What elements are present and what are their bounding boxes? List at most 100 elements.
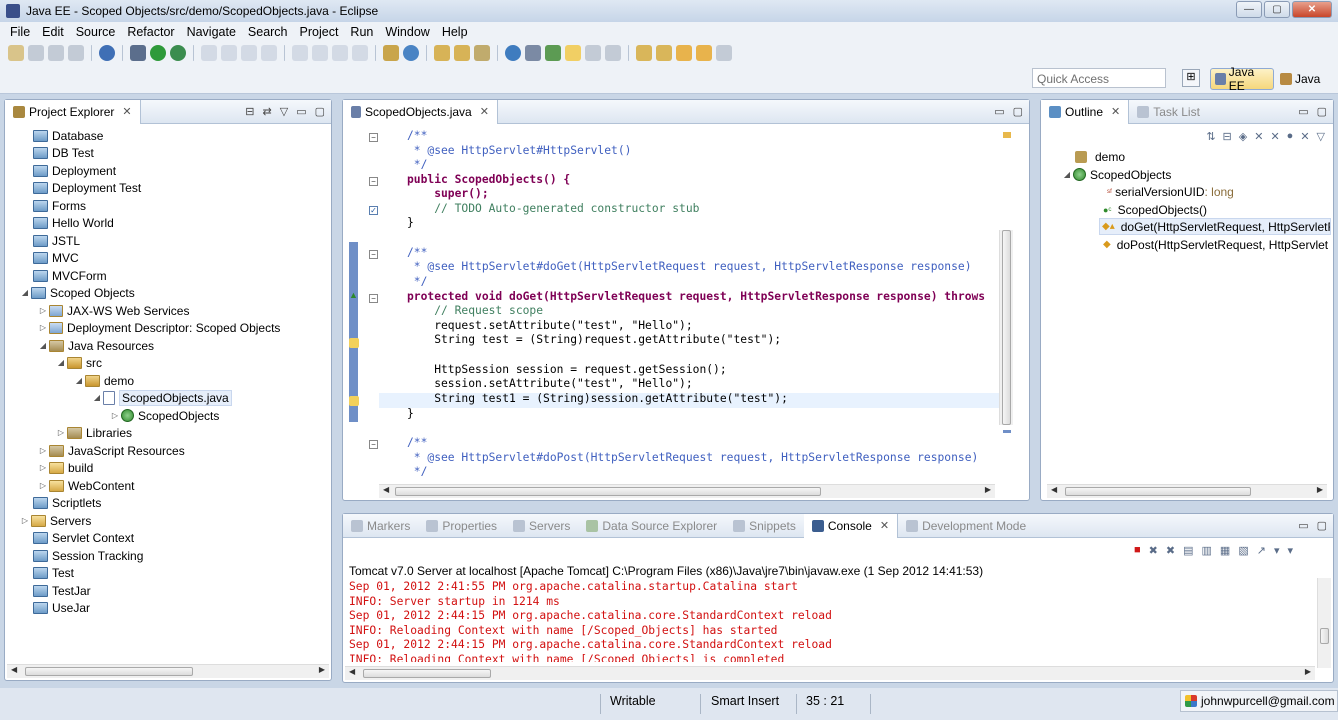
globe-icon[interactable] (403, 45, 419, 61)
console-vscrollbar[interactable] (1317, 578, 1331, 668)
tab-markers[interactable]: Markers (343, 514, 418, 538)
hide-fields-icon[interactable]: ◈ (1239, 130, 1247, 143)
clear-console-icon[interactable]: ▤ (1183, 544, 1193, 557)
editor-hscrollbar[interactable]: ◀ ▶ (379, 484, 995, 498)
pin-icon[interactable] (716, 45, 732, 61)
tab-scopedobjects-java[interactable]: ScopedObjects.java ✕ (343, 99, 498, 124)
outline-item[interactable]: ˢᶠ serialVersionUID : long (1107, 183, 1329, 200)
tree-item[interactable]: ◢ Java Resources (37, 337, 154, 354)
expanded-arrow-icon[interactable]: ◢ (73, 376, 85, 385)
tree-item[interactable]: ▷ WebContent (37, 477, 135, 494)
collapsed-arrow-icon[interactable]: ▷ (19, 516, 31, 525)
view-menu-icon[interactable]: ▽ (280, 105, 288, 118)
fold-collapse-icon[interactable]: − (369, 294, 378, 303)
new-icon[interactable] (8, 45, 24, 61)
scroll-left-icon[interactable]: ◀ (11, 665, 17, 674)
save-all-icon[interactable] (48, 45, 64, 61)
tree-item[interactable]: ▷ ScopedObjects (109, 407, 219, 424)
word-wrap-icon[interactable]: ▦ (1220, 544, 1230, 557)
tab-servers[interactable]: Servers (505, 514, 578, 538)
terminate-icon[interactable] (261, 45, 277, 61)
close-tab-icon[interactable]: ✕ (1111, 105, 1120, 118)
menu-source[interactable]: Source (70, 25, 122, 39)
maximize-view-icon[interactable]: ▢ (1317, 105, 1327, 118)
tree-item[interactable]: ◢ ScopedObjects.java (91, 389, 232, 406)
expanded-arrow-icon[interactable]: ◢ (37, 341, 49, 350)
tree-item[interactable]: Hello World (21, 214, 114, 231)
tab-data-source-explorer[interactable]: Data Source Explorer (578, 514, 725, 538)
expanded-arrow-icon[interactable]: ◢ (91, 393, 103, 402)
collapsed-arrow-icon[interactable]: ▷ (37, 306, 49, 315)
back-icon[interactable] (676, 45, 692, 61)
minimize-button[interactable]: — (1236, 1, 1262, 18)
menu-search[interactable]: Search (242, 25, 294, 39)
previous-annotation-icon[interactable] (656, 45, 672, 61)
tree-item[interactable]: ◢ Scoped Objects (19, 284, 135, 301)
open-type-icon[interactable] (434, 45, 450, 61)
tab-snippets[interactable]: Snippets (725, 514, 804, 538)
overview-marker[interactable] (1003, 430, 1011, 433)
editor-vscrollbar[interactable] (999, 230, 1013, 425)
tab-task-list[interactable]: Task List (1129, 100, 1208, 124)
task-marker-icon[interactable]: ✓ (369, 206, 378, 215)
tree-item[interactable]: ▷ build (37, 459, 93, 476)
tree-item[interactable]: Forms (21, 197, 86, 214)
collapsed-arrow-icon[interactable]: ▷ (109, 411, 121, 420)
toggle-icon[interactable] (525, 45, 541, 61)
menu-navigate[interactable]: Navigate (181, 25, 242, 39)
warning-lamp-icon[interactable] (349, 338, 359, 348)
debug-icon[interactable] (130, 45, 146, 61)
suspend-icon[interactable] (241, 45, 257, 61)
scroll-thumb[interactable] (1002, 230, 1011, 425)
tree-item[interactable]: Test (21, 564, 74, 581)
scroll-thumb[interactable] (1320, 628, 1329, 644)
scroll-thumb[interactable] (1065, 487, 1251, 496)
fold-collapse-icon[interactable]: − (369, 440, 378, 449)
tab-outline[interactable]: Outline ✕ (1041, 99, 1130, 124)
minimize-view-icon[interactable]: ▭ (1298, 105, 1308, 118)
expanded-arrow-icon[interactable]: ◢ (1061, 170, 1073, 179)
terminate-icon[interactable]: ■ (1134, 544, 1141, 557)
minimize-view-icon[interactable]: ▭ (296, 105, 306, 118)
minimize-view-icon[interactable]: ▭ (1298, 519, 1308, 532)
tree-item[interactable]: ◢ demo (73, 372, 134, 389)
hide-static-icon[interactable]: ✕ (1254, 130, 1263, 143)
collapsed-arrow-icon[interactable]: ▷ (37, 481, 49, 490)
tree-item[interactable]: MVC (21, 249, 79, 266)
menu-file[interactable]: File (4, 25, 36, 39)
link-editor-icon[interactable]: ⇄ (263, 105, 272, 118)
tree-item[interactable]: Session Tracking (21, 547, 143, 564)
step-over-icon[interactable] (312, 45, 328, 61)
outline-item[interactable]: ◢ ScopedObjects (1061, 166, 1331, 183)
scroll-right-icon[interactable]: ▶ (985, 485, 991, 494)
step-return-icon[interactable] (332, 45, 348, 61)
highlight-icon[interactable] (565, 45, 581, 61)
menu-help[interactable]: Help (436, 25, 474, 39)
collapsed-arrow-icon[interactable]: ▷ (37, 323, 49, 332)
link-editor-icon[interactable]: ✕ (1300, 130, 1309, 143)
maximize-button[interactable]: ▢ (1264, 1, 1290, 18)
open-console-icon[interactable]: ▾ (1287, 544, 1293, 557)
tree-item[interactable]: Database (21, 127, 103, 144)
outline-item-selected[interactable]: ◆▴ doGet(HttpServletRequest, HttpServletR (1099, 218, 1331, 235)
status-user-account[interactable]: johnwpurcell@gmail.com (1180, 690, 1338, 712)
outline-hscrollbar[interactable]: ◀ ▶ (1047, 484, 1327, 498)
tree-item[interactable]: Deployment Test (21, 179, 141, 196)
scroll-lock-icon[interactable]: ▥ (1202, 544, 1212, 557)
scroll-thumb[interactable] (363, 669, 491, 678)
tab-project-explorer[interactable]: Project Explorer ✕ (5, 99, 141, 124)
mark-occurrences-icon[interactable] (545, 45, 561, 61)
new-server-icon[interactable] (383, 45, 399, 61)
perspective-java-ee[interactable]: Java EE (1210, 65, 1274, 93)
drop-to-frame-icon[interactable] (352, 45, 368, 61)
close-button[interactable]: ✕ (1292, 1, 1332, 18)
collapsed-arrow-icon[interactable]: ▷ (37, 463, 49, 472)
menu-refactor[interactable]: Refactor (121, 25, 180, 39)
warning-lamp-icon[interactable] (349, 396, 359, 406)
skip-breakpoints-icon[interactable] (201, 45, 217, 61)
search-tool-icon[interactable] (474, 45, 490, 61)
display-console-icon[interactable]: ▾ (1274, 544, 1280, 557)
tree-item[interactable]: DB Test (21, 144, 94, 161)
save-icon[interactable] (28, 45, 44, 61)
run-external-icon[interactable] (170, 45, 186, 61)
